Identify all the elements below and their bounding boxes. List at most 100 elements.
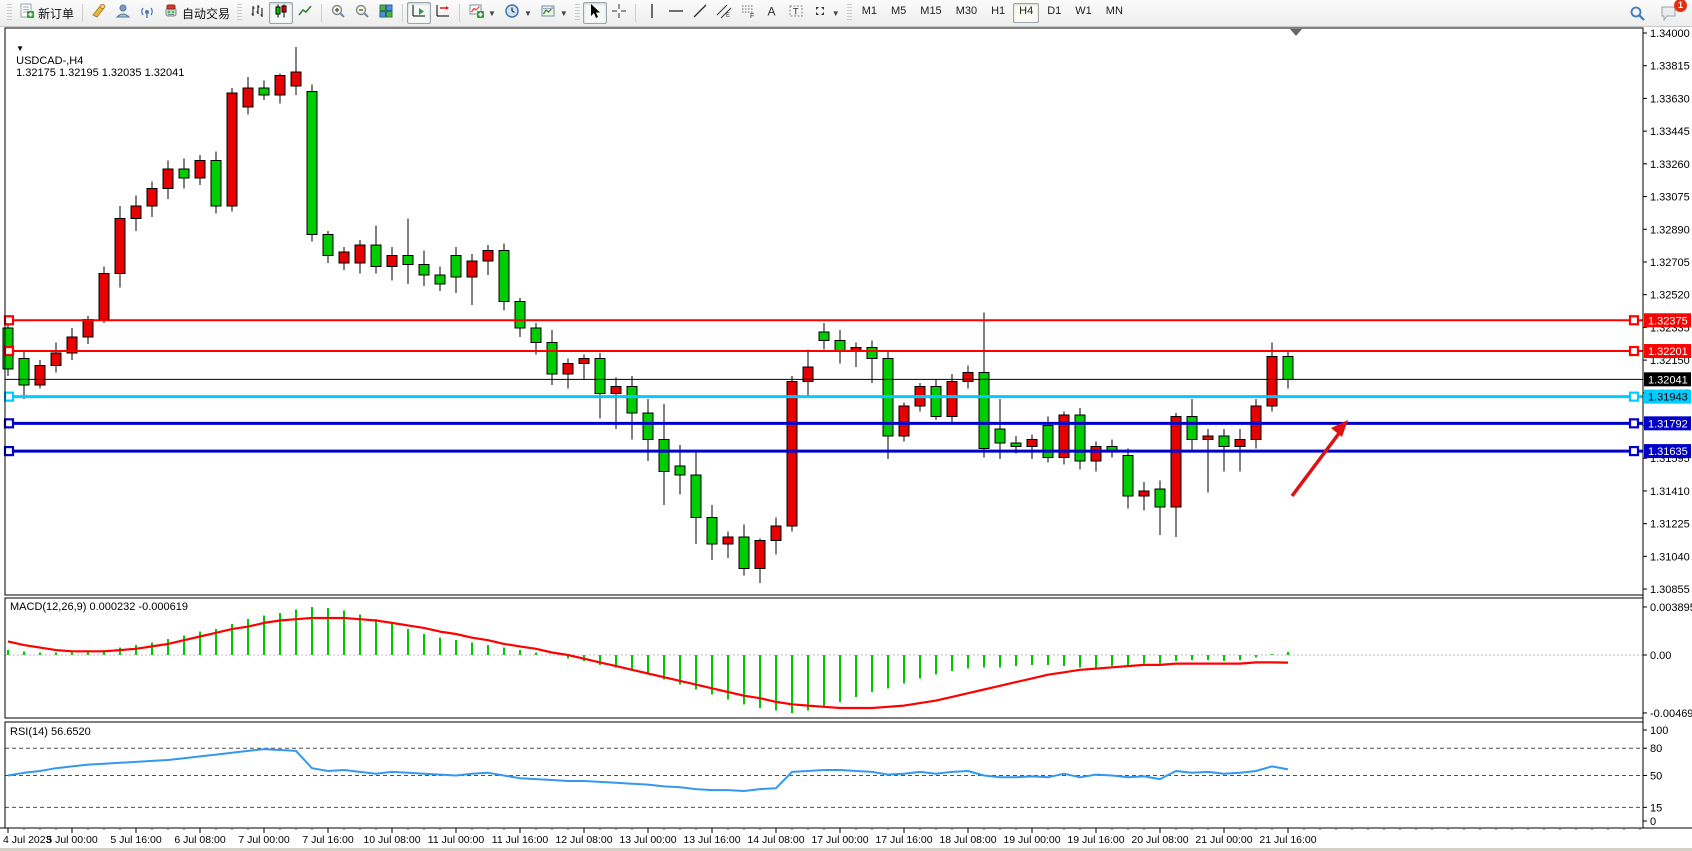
toolbar-grip[interactable] (847, 4, 852, 22)
signal-button[interactable] (135, 2, 159, 24)
search-icon (1629, 5, 1646, 22)
rsi-indicator-label: RSI(14) 56.6520 (10, 726, 91, 738)
svg-text:6 Jul 08:00: 6 Jul 08:00 (174, 834, 226, 846)
svg-text:19 Jul 16:00: 19 Jul 16:00 (1067, 834, 1124, 846)
svg-text:0: 0 (1650, 816, 1656, 828)
text-tool-button[interactable]: A (760, 2, 784, 24)
periods-button[interactable]: ▼ (500, 2, 536, 24)
toolbar-grip[interactable] (237, 4, 242, 22)
svg-text:100: 100 (1650, 725, 1668, 737)
svg-text:F: F (750, 13, 754, 19)
template-icon (540, 3, 556, 24)
timeframe-M5[interactable]: M5 (885, 3, 912, 23)
bar-chart-button[interactable] (245, 2, 269, 24)
tile-windows-icon (378, 3, 394, 24)
user-button[interactable] (111, 2, 135, 24)
new-order-button[interactable]: 新订单 (15, 2, 78, 24)
svg-text:A: A (767, 4, 775, 18)
chevron-down-icon: ▼ (560, 9, 568, 18)
timeframe-H1[interactable]: H1 (985, 3, 1011, 23)
timeframe-W1[interactable]: W1 (1069, 3, 1098, 23)
timeframe-M15[interactable]: M15 (914, 3, 947, 23)
svg-text:1.32705: 1.32705 (1650, 257, 1690, 269)
svg-text:10 Jul 08:00: 10 Jul 08:00 (363, 834, 420, 846)
chart-ohlc-values: 1.32175 1.32195 1.32035 1.32041 (16, 67, 184, 79)
candlestick-icon (273, 3, 289, 24)
line-chart-button[interactable] (293, 2, 317, 24)
cursor-tool-button[interactable] (583, 2, 607, 24)
auto-trading-button[interactable]: 自动交易 (159, 2, 234, 24)
svg-text:1.32375: 1.32375 (1648, 315, 1688, 327)
svg-text:21 Jul 16:00: 21 Jul 16:00 (1259, 834, 1316, 846)
vertical-line-tool-button[interactable] (640, 2, 664, 24)
svg-text:11 Jul 16:00: 11 Jul 16:00 (492, 834, 549, 846)
new-chart-icon (468, 3, 484, 24)
trendline-icon (692, 3, 708, 24)
svg-text:1.34000: 1.34000 (1650, 28, 1690, 40)
robot-icon (163, 3, 179, 24)
svg-text:1.31635: 1.31635 (1648, 446, 1688, 458)
svg-text:5 Jul 00:00: 5 Jul 00:00 (46, 834, 98, 846)
fibonacci-icon: F (740, 3, 756, 24)
timeframe-M1[interactable]: M1 (856, 3, 883, 23)
svg-text:1.32041: 1.32041 (1648, 374, 1688, 386)
chart-title: ▼ USDCAD-,H4 1.32175 1.32195 1.32035 1.3… (10, 31, 184, 79)
svg-text:1.32520: 1.32520 (1650, 290, 1690, 302)
svg-text:1.30855: 1.30855 (1650, 584, 1690, 596)
zoom-in-button[interactable] (326, 2, 350, 24)
svg-text:13 Jul 16:00: 13 Jul 16:00 (683, 834, 740, 846)
arrows-tool-button[interactable]: ▼ (808, 2, 844, 24)
crosshair-icon (611, 3, 627, 24)
main-toolbar: 新订单 自动交易 (0, 0, 1692, 27)
fibonacci-tool-button[interactable]: F (736, 2, 760, 24)
channel-tool-button[interactable]: E (712, 2, 736, 24)
horizontal-line-tool-button[interactable] (664, 2, 688, 24)
svg-text:15: 15 (1650, 802, 1662, 814)
collapse-triangle-icon[interactable]: ▼ (16, 44, 24, 53)
svg-text:1.31225: 1.31225 (1650, 519, 1690, 531)
svg-text:1.33075: 1.33075 (1650, 192, 1690, 204)
timeframe-M30[interactable]: M30 (950, 3, 983, 23)
notifications-button[interactable]: 1 (1656, 2, 1682, 24)
equidistant-channel-icon: E (716, 3, 732, 24)
gold-horn-icon (91, 3, 107, 24)
timeframe-D1[interactable]: D1 (1041, 3, 1067, 23)
text-label-icon: T (788, 3, 804, 24)
candlestick-chart-button[interactable] (269, 2, 293, 24)
chevron-down-icon: ▼ (488, 9, 496, 18)
tile-windows-button[interactable] (374, 2, 398, 24)
svg-text:80: 80 (1650, 743, 1662, 755)
toolbar-grip[interactable] (7, 4, 12, 22)
toolbar-grip[interactable] (575, 4, 580, 22)
chart-canvas[interactable]: 1.340001.338151.336301.334451.332601.330… (0, 0, 1692, 851)
gold-tool-button[interactable] (87, 2, 111, 24)
text-label-tool-button[interactable]: T (784, 2, 808, 24)
auto-scroll-button[interactable] (407, 2, 431, 24)
svg-text:T: T (793, 6, 799, 16)
timeframe-MN[interactable]: MN (1100, 3, 1129, 23)
svg-text:1.33260: 1.33260 (1650, 159, 1690, 171)
svg-text:1.33445: 1.33445 (1650, 126, 1690, 138)
search-button[interactable] (1625, 2, 1650, 24)
svg-text:1.32201: 1.32201 (1648, 346, 1688, 358)
svg-text:5 Jul 16:00: 5 Jul 16:00 (110, 834, 162, 846)
arrows-icon (812, 3, 828, 24)
new-chart-button[interactable]: ▼ (464, 2, 500, 24)
crosshair-tool-button[interactable] (607, 2, 631, 24)
trendline-tool-button[interactable] (688, 2, 712, 24)
svg-text:1.31410: 1.31410 (1650, 486, 1690, 498)
timeframe-H4[interactable]: H4 (1013, 3, 1039, 23)
zoom-in-icon (330, 3, 346, 24)
line-chart-icon (297, 3, 313, 24)
svg-text:1.33630: 1.33630 (1650, 93, 1690, 105)
new-order-label: 新订单 (38, 5, 74, 22)
chart-shift-button[interactable] (431, 2, 455, 24)
svg-text:4 Jul 2023: 4 Jul 2023 (3, 834, 52, 846)
svg-text:7 Jul 00:00: 7 Jul 00:00 (238, 834, 290, 846)
svg-text:E: E (726, 13, 730, 19)
zoom-out-button[interactable] (350, 2, 374, 24)
templates-button[interactable]: ▼ (536, 2, 572, 24)
svg-text:21 Jul 00:00: 21 Jul 00:00 (1195, 834, 1252, 846)
svg-text:13 Jul 00:00: 13 Jul 00:00 (619, 834, 676, 846)
zoom-out-icon (354, 3, 370, 24)
